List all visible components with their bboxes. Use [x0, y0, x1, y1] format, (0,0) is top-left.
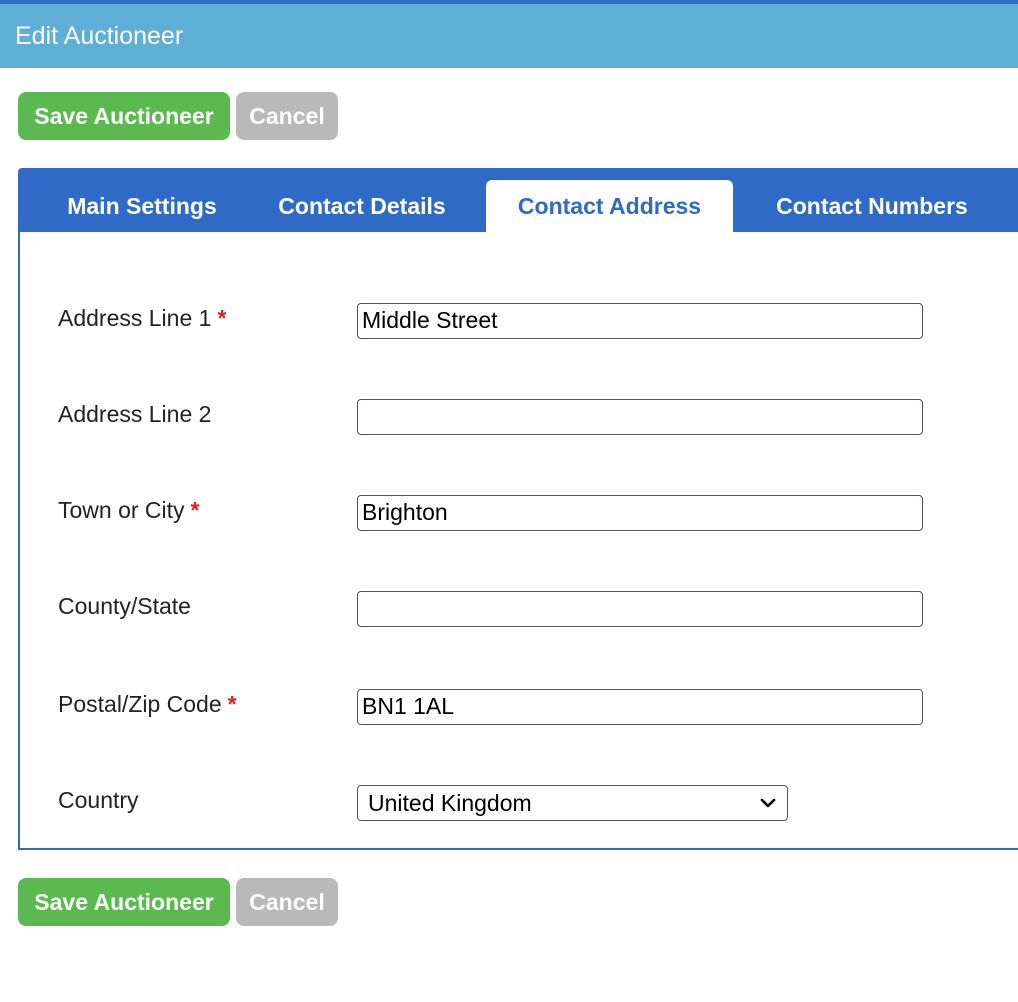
address-line-2-label: Address Line 2	[58, 400, 211, 428]
tab-contact-details[interactable]: Contact Details	[256, 180, 468, 232]
town-or-city-label: Town or City *	[58, 496, 200, 524]
required-marker: *	[190, 497, 200, 523]
county-state-label-text: County/State	[58, 593, 191, 619]
country-select-value: United Kingdom	[368, 790, 532, 816]
county-state-input[interactable]	[357, 591, 923, 627]
chevron-down-icon	[760, 798, 776, 808]
tab-contact-numbers[interactable]: Contact Numbers	[750, 180, 994, 232]
title-bar: Edit Auctioneer	[0, 0, 1018, 68]
country-select[interactable]: United Kingdom	[357, 785, 788, 821]
address-line-1-input[interactable]: Middle Street	[357, 303, 923, 339]
page-title: Edit Auctioneer	[15, 22, 184, 50]
town-or-city-input[interactable]: Brighton	[357, 495, 923, 531]
save-auctioneer-button-top[interactable]: Save Auctioneer	[18, 92, 230, 140]
postal-code-label: Postal/Zip Code *	[58, 690, 237, 718]
required-marker: *	[227, 691, 237, 717]
edit-auctioneer-page: Edit Auctioneer Save Auctioneer Cancel M…	[0, 0, 1018, 1002]
tab-main-settings[interactable]: Main Settings	[36, 180, 248, 232]
town-or-city-label-text: Town or City	[58, 497, 185, 523]
required-marker: *	[217, 305, 227, 331]
country-label: Country	[58, 786, 139, 814]
address-line-1-label: Address Line 1 *	[58, 304, 226, 332]
address-line-2-label-text: Address Line 2	[58, 401, 212, 427]
tab-bar: Main Settings Contact Details Contact Ad…	[18, 168, 1018, 232]
tab-contact-address[interactable]: Contact Address	[486, 180, 733, 232]
address-line-2-input[interactable]	[357, 399, 923, 435]
country-label-text: Country	[58, 787, 139, 813]
county-state-label: County/State	[58, 592, 191, 620]
cancel-button-bottom[interactable]: Cancel	[236, 878, 338, 926]
postal-code-input[interactable]: BN1 1AL	[357, 689, 923, 725]
postal-code-label-text: Postal/Zip Code	[58, 691, 222, 717]
save-auctioneer-button-bottom[interactable]: Save Auctioneer	[18, 878, 230, 926]
cancel-button-top[interactable]: Cancel	[236, 92, 338, 140]
address-line-1-label-text: Address Line 1	[58, 305, 212, 331]
